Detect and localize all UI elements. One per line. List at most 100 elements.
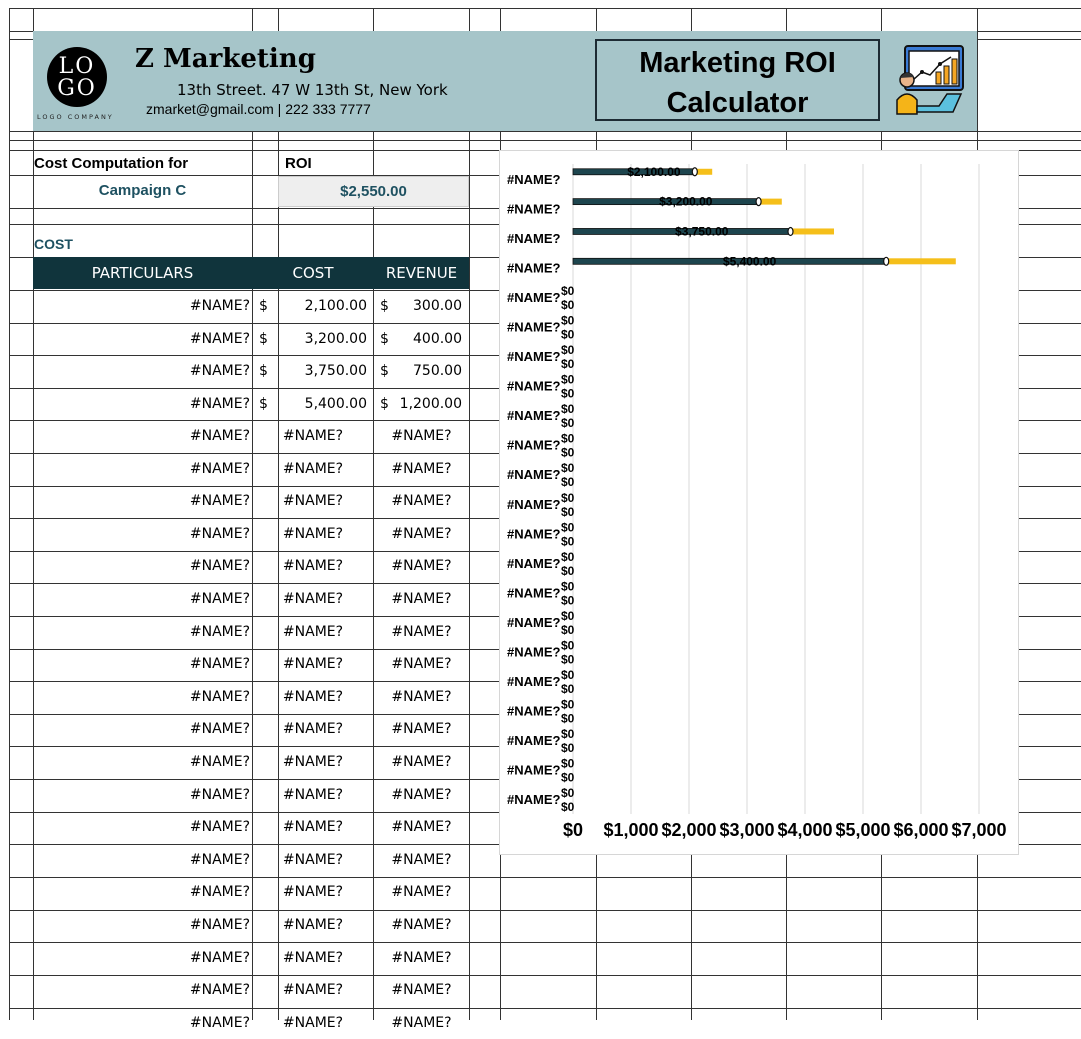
revenue-cell[interactable]: #NAME? [374,550,469,582]
particular-cell[interactable]: #NAME? [33,1007,250,1039]
table-row[interactable]: #NAME? #NAME? #NAME? [33,518,469,550]
cost-cell[interactable]: #NAME? [252,876,374,908]
zero-data-label: $0 [561,343,575,357]
cost-cell[interactable]: #NAME? [252,518,374,550]
campaign-selector[interactable]: Campaign C [33,182,252,199]
revenue-cell[interactable]: #NAME? [374,616,469,648]
particular-cell[interactable]: #NAME? [33,876,250,908]
cost-cell[interactable]: #NAME? [252,713,374,745]
cost-cell[interactable]: 5,400.00 [269,388,367,420]
particular-cell[interactable]: #NAME? [33,648,250,680]
revenue-cell[interactable]: #NAME? [374,453,469,485]
cost-cell[interactable]: #NAME? [252,616,374,648]
cost-cell[interactable]: #NAME? [252,974,374,1006]
revenue-cell[interactable]: 300.00 [389,290,462,322]
table-row[interactable]: #NAME? #NAME? #NAME? [33,583,469,615]
particular-cell[interactable]: #NAME? [33,942,250,974]
table-row[interactable]: #NAME? #NAME? #NAME? [33,713,469,745]
cost-cell[interactable]: #NAME? [252,909,374,941]
cost-cell[interactable]: #NAME? [252,550,374,582]
cost-cell[interactable]: #NAME? [252,485,374,517]
table-row[interactable]: #NAME? #NAME? #NAME? [33,909,469,941]
particular-cell[interactable]: #NAME? [33,290,250,322]
table-row[interactable]: #NAME? #NAME? #NAME? [33,974,469,1006]
cost-cell[interactable]: #NAME? [252,681,374,713]
revenue-cell[interactable]: #NAME? [374,974,469,1006]
zero-data-label: $0 [561,505,575,519]
revenue-cell[interactable]: 400.00 [389,323,462,355]
particular-cell[interactable]: #NAME? [33,388,250,420]
cost-cell[interactable]: #NAME? [252,583,374,615]
table-row[interactable]: #NAME? #NAME? #NAME? [33,942,469,974]
table-row[interactable]: #NAME? #NAME? #NAME? [33,648,469,680]
revenue-cell[interactable]: #NAME? [374,844,469,876]
cost-cell[interactable]: 2,100.00 [269,290,367,322]
particular-cell[interactable]: #NAME? [33,746,250,778]
cost-cell[interactable]: #NAME? [252,420,374,452]
particular-cell[interactable]: #NAME? [33,811,250,843]
table-row[interactable]: #NAME? #NAME? #NAME? [33,876,469,908]
table-row[interactable]: #NAME? #NAME? #NAME? [33,420,469,452]
cost-cell[interactable]: 3,200.00 [269,323,367,355]
table-row[interactable]: #NAME? #NAME? #NAME? [33,550,469,582]
particular-cell[interactable]: #NAME? [33,355,250,387]
cost-cell[interactable]: #NAME? [252,942,374,974]
particular-cell[interactable]: #NAME? [33,323,250,355]
table-row[interactable]: #NAME? $ 3,200.00 $ 400.00 [33,323,469,355]
table-row[interactable]: #NAME? #NAME? #NAME? [33,811,469,843]
particular-cell[interactable]: #NAME? [33,779,250,811]
cost-cell[interactable]: #NAME? [252,648,374,680]
revenue-cell[interactable]: #NAME? [374,583,469,615]
revenue-cell[interactable]: #NAME? [374,681,469,713]
revenue-cell[interactable]: #NAME? [374,1007,469,1039]
roi-value: $2,550.00 [278,176,469,207]
cost-cell[interactable]: #NAME? [252,811,374,843]
table-row[interactable]: #NAME? $ 3,750.00 $ 750.00 [33,355,469,387]
table-row[interactable]: #NAME? #NAME? #NAME? [33,779,469,811]
particular-cell[interactable]: #NAME? [33,616,250,648]
cost-cell[interactable]: 3,750.00 [269,355,367,387]
cost-cell[interactable]: #NAME? [252,746,374,778]
revenue-cell[interactable]: 750.00 [389,355,462,387]
revenue-cell[interactable]: #NAME? [374,713,469,745]
table-row[interactable]: #NAME? #NAME? #NAME? [33,453,469,485]
particular-cell[interactable]: #NAME? [33,909,250,941]
cost-cell[interactable]: #NAME? [252,844,374,876]
revenue-cell[interactable]: #NAME? [374,648,469,680]
revenue-cell[interactable]: #NAME? [374,518,469,550]
revenue-cell[interactable]: #NAME? [374,811,469,843]
particular-cell[interactable]: #NAME? [33,453,250,485]
zero-data-label: $0 [561,682,575,696]
table-row[interactable]: #NAME? #NAME? #NAME? [33,1007,469,1039]
revenue-cell[interactable]: #NAME? [374,420,469,452]
particular-cell[interactable]: #NAME? [33,681,250,713]
particular-cell[interactable]: #NAME? [33,485,250,517]
table-row[interactable]: #NAME? #NAME? #NAME? [33,616,469,648]
currency-symbol: $ [380,331,389,347]
particular-cell[interactable]: #NAME? [33,550,250,582]
revenue-cell[interactable]: #NAME? [374,779,469,811]
table-row[interactable]: #NAME? #NAME? #NAME? [33,485,469,517]
table-row[interactable]: #NAME? #NAME? #NAME? [33,681,469,713]
zero-data-label: $0 [561,475,575,489]
particular-cell[interactable]: #NAME? [33,974,250,1006]
x-tick-label: $1,000 [603,820,658,840]
revenue-cell[interactable]: #NAME? [374,909,469,941]
cost-cell[interactable]: #NAME? [252,779,374,811]
table-row[interactable]: #NAME? $ 5,400.00 $ 1,200.00 [33,388,469,420]
cost-cell[interactable]: #NAME? [252,1007,374,1039]
revenue-cell[interactable]: #NAME? [374,485,469,517]
table-row[interactable]: #NAME? #NAME? #NAME? [33,746,469,778]
particular-cell[interactable]: #NAME? [33,583,250,615]
particular-cell[interactable]: #NAME? [33,420,250,452]
table-row[interactable]: #NAME? $ 2,100.00 $ 300.00 [33,290,469,322]
revenue-cell[interactable]: #NAME? [374,876,469,908]
revenue-cell[interactable]: 1,200.00 [389,388,462,420]
revenue-cell[interactable]: #NAME? [374,746,469,778]
revenue-cell[interactable]: #NAME? [374,942,469,974]
particular-cell[interactable]: #NAME? [33,844,250,876]
table-row[interactable]: #NAME? #NAME? #NAME? [33,844,469,876]
particular-cell[interactable]: #NAME? [33,713,250,745]
particular-cell[interactable]: #NAME? [33,518,250,550]
cost-cell[interactable]: #NAME? [252,453,374,485]
